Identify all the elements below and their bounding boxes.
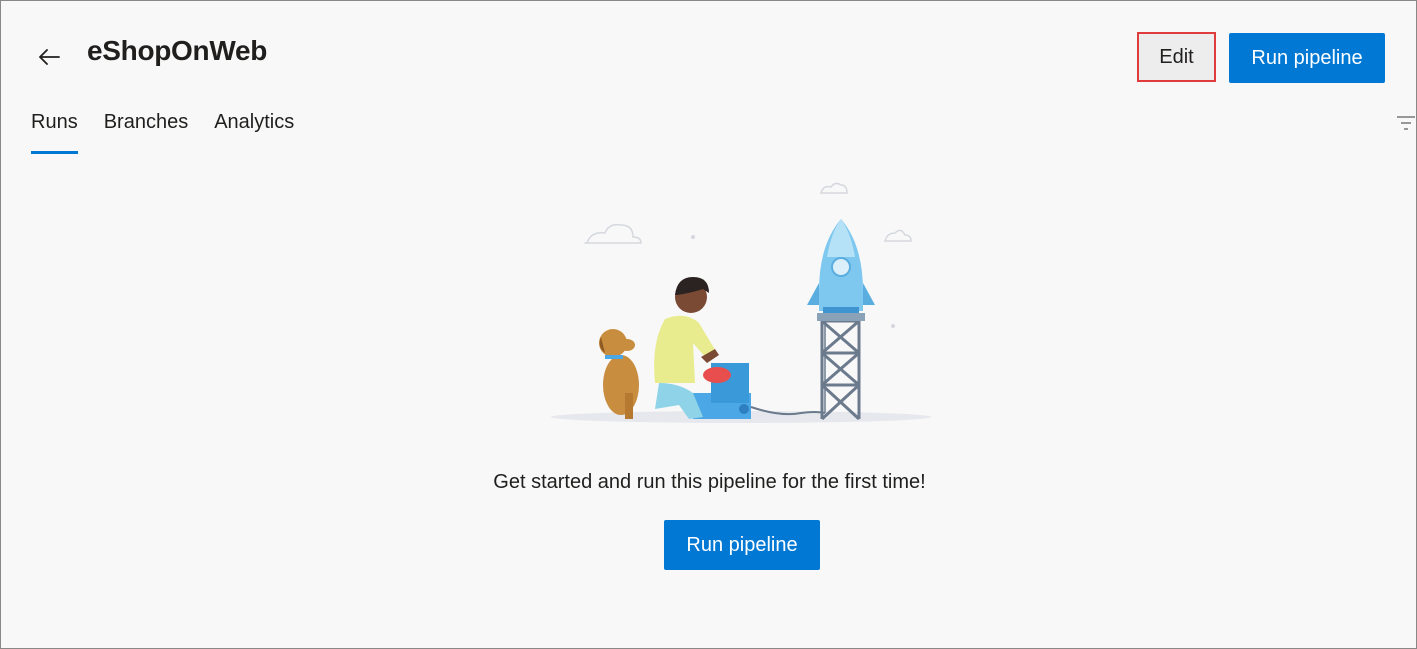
empty-state-message: Get started and run this pipeline for th…: [493, 471, 926, 493]
rocket-launch-illustration: [551, 182, 931, 423]
run-pipeline-center-button[interactable]: Run pipeline: [664, 520, 820, 570]
run-pipeline-button[interactable]: Run pipeline: [1229, 33, 1385, 83]
page-title: eShopOnWeb: [87, 35, 268, 66]
pipeline-page: eShopOnWeb Edit Run pipeline Runs Branch…: [0, 0, 1417, 649]
tab-analytics[interactable]: Analytics: [214, 111, 294, 154]
filter-button[interactable]: [1395, 113, 1417, 133]
edit-button[interactable]: Edit: [1137, 32, 1216, 82]
tab-branches[interactable]: Branches: [104, 111, 189, 154]
arrow-left-icon: [39, 49, 60, 65]
filter-icon: [1397, 116, 1415, 130]
back-button[interactable]: [31, 39, 67, 75]
tab-bar: Runs Branches Analytics: [31, 111, 320, 154]
tab-runs[interactable]: Runs: [31, 111, 78, 154]
